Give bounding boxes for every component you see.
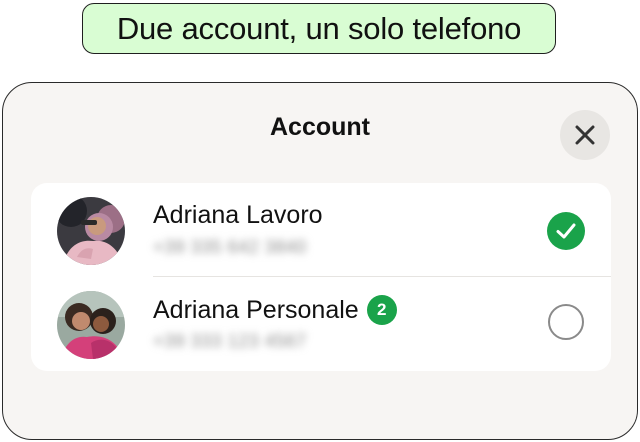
close-icon [575,125,595,145]
account-name: Adriana Lavoro [153,201,323,230]
avatar [57,197,125,265]
banner-text: Due account, un solo telefono [116,10,522,46]
sheet-title: Account [270,113,370,141]
avatar [57,291,125,359]
avatar-photo-icon [57,291,125,359]
account-list: Adriana Lavoro +39 335 642 3840 Adriana … [31,183,611,371]
selected-check[interactable] [547,212,585,250]
account-name-text: Adriana Personale [153,295,359,324]
unselected-radio[interactable] [548,304,584,340]
account-name: Adriana Personale 2 [153,295,397,325]
avatar-photo-icon [57,197,125,265]
account-row-personale[interactable]: Adriana Personale 2 +39 333 123 4567 [31,277,611,371]
account-row-lavoro[interactable]: Adriana Lavoro +39 335 642 3840 [31,183,611,277]
banner: Due account, un solo telefono [82,3,556,54]
account-sheet: Account Adriana Lavoro +39 335 642 3840 … [2,82,638,440]
account-name-text: Adriana Lavoro [153,201,323,229]
account-phone: +39 333 123 4567 [153,331,307,351]
close-button[interactable] [560,110,610,160]
unread-badge: 2 [366,295,397,325]
account-phone: +39 335 642 3840 [153,237,307,257]
checkmark-icon [556,223,576,239]
